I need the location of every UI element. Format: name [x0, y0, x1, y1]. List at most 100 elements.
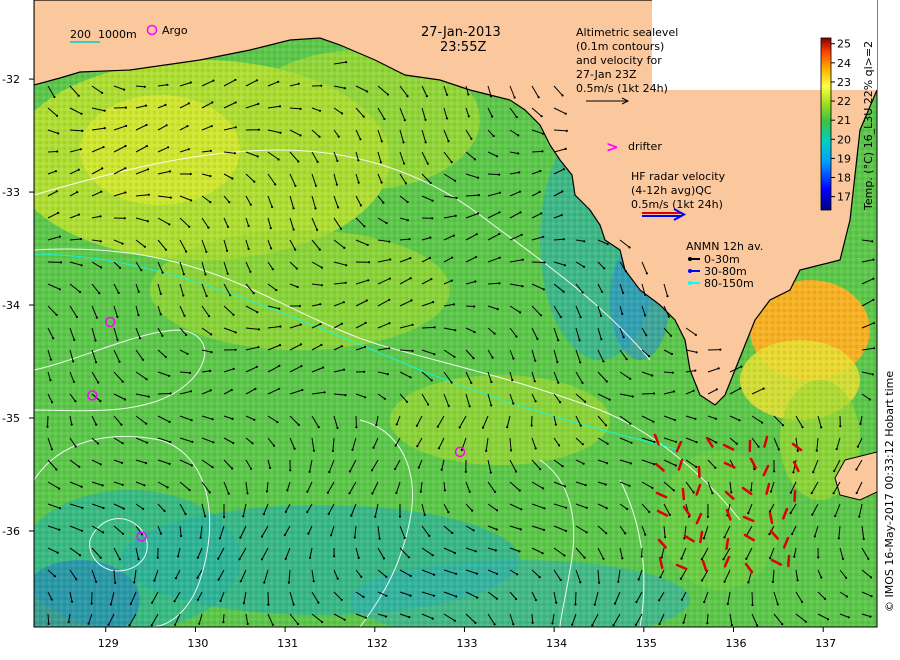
- velocity-arrow-head: [90, 602, 93, 605]
- velocity-arrow-head: [278, 105, 282, 108]
- velocity-arrow-head: [495, 597, 498, 600]
- velocity-arrow-head: [873, 347, 876, 350]
- colorbar-tick-label: 17: [837, 191, 851, 204]
- velocity-arrow-head: [146, 220, 149, 223]
- velocity-arrow-head: [647, 355, 651, 358]
- velocity-arrow-head: [477, 212, 480, 215]
- velocity-arrow-head: [385, 222, 388, 225]
- velocity-arrow-head: [395, 491, 398, 495]
- velocity-arrow-head: [116, 315, 119, 318]
- velocity-arrow-head: [694, 369, 697, 372]
- velocity-arrow-head: [494, 549, 497, 552]
- velocity-arrow-head: [331, 449, 334, 452]
- hf-radar-arrow: [787, 554, 791, 568]
- velocity-arrow-head: [227, 492, 230, 495]
- velocity-arrow: [421, 326, 435, 329]
- velocity-arrow-head: [747, 581, 750, 584]
- velocity-arrow-head: [257, 328, 260, 331]
- velocity-arrow-head: [872, 298, 875, 301]
- velocity-arrow-head: [820, 576, 823, 579]
- velocity-arrow-head: [671, 371, 674, 374]
- velocity-arrow-head: [79, 237, 82, 241]
- velocity-arrow-head: [485, 449, 488, 452]
- hf-radar-arrow: [793, 489, 797, 503]
- velocity-arrow-head: [542, 528, 546, 532]
- colorbar-tick-label: 23: [837, 76, 851, 89]
- velocity-arrow-head: [340, 322, 343, 325]
- velocity-arrow-head: [475, 572, 479, 575]
- velocity-arrow-head: [443, 489, 446, 492]
- velocity-arrow-head: [297, 160, 300, 163]
- velocity-arrow-head: [164, 248, 167, 251]
- velocity-arrow-head: [95, 580, 98, 583]
- velocity-arrow-head: [862, 537, 865, 541]
- velocity-arrow-head: [557, 381, 560, 384]
- velocity-arrow-head: [177, 555, 180, 558]
- velocity-arrow-head: [144, 104, 148, 107]
- velocity-arrow-head: [563, 485, 567, 488]
- velocity-arrow-head: [492, 134, 495, 138]
- x-tick-label: 137: [815, 637, 836, 650]
- velocity-arrow-head: [348, 492, 351, 495]
- velocity-arrow-head: [174, 577, 177, 580]
- velocity-arrow-head: [78, 290, 82, 294]
- velocity-arrow-head: [622, 336, 625, 339]
- velocity-arrow-head: [845, 595, 849, 598]
- velocity-arrow-head: [409, 594, 412, 597]
- velocity-arrow-head: [319, 303, 322, 306]
- velocity-arrow-head: [299, 343, 302, 346]
- velocity-arrow-head: [584, 484, 587, 487]
- velocity-arrow-head: [340, 598, 343, 601]
- altimetry-legend-line-3: and velocity for: [576, 54, 662, 67]
- velocity-arrow: [641, 393, 655, 395]
- velocity-arrow-head: [382, 557, 385, 560]
- altimetry-legend-line-5: 0.5m/s (1kt 24h): [576, 82, 668, 95]
- velocity-arrow-head: [246, 622, 249, 626]
- velocity-arrow-head: [168, 170, 172, 173]
- velocity-arrow-head: [257, 102, 260, 105]
- velocity-arrow-head: [621, 312, 624, 315]
- velocity-arrow-head: [561, 465, 564, 468]
- velocity-arrow-head: [318, 135, 321, 138]
- velocity-arrow-head: [561, 190, 564, 193]
- velocity-arrow-head: [353, 536, 356, 539]
- velocity-arrow-head: [556, 360, 559, 364]
- velocity-arrow-head: [584, 400, 587, 403]
- velocity-arrow-head: [147, 395, 150, 398]
- velocity-arrow-head: [847, 616, 850, 619]
- velocity-arrow-head: [263, 581, 266, 584]
- velocity-arrow-head: [78, 465, 81, 468]
- velocity-arrow-head: [322, 366, 325, 369]
- velocity-arrow-head: [855, 491, 858, 495]
- velocity-arrow-head: [409, 277, 412, 280]
- velocity-arrow-head: [53, 575, 57, 578]
- velocity-arrow-head: [362, 115, 365, 118]
- velocity-arrow-head: [565, 506, 568, 509]
- velocity-arrow-head: [143, 85, 146, 88]
- velocity-arrow-head: [219, 599, 222, 603]
- velocity-arrow-head: [70, 423, 73, 426]
- velocity-arrow-head: [436, 425, 439, 428]
- velocity-arrow-head: [357, 159, 360, 162]
- velocity-arrow-head: [598, 581, 601, 584]
- velocity-arrow-head: [714, 466, 717, 469]
- velocity-arrow-head: [605, 532, 608, 535]
- velocity-arrow-head: [260, 558, 264, 561]
- drifter-legend-label: drifter: [628, 140, 662, 153]
- velocity-arrow-head: [343, 618, 346, 621]
- velocity-arrow-head: [565, 129, 568, 132]
- velocity-arrow-head: [198, 622, 201, 625]
- y-axis: -32 -33 -34 -35 -36: [2, 73, 34, 538]
- velocity-arrow-head: [452, 234, 455, 237]
- velocity-arrow-head: [308, 470, 311, 473]
- velocity-arrow-head: [582, 265, 586, 268]
- velocity-arrow-head: [336, 577, 339, 580]
- velocity-arrow-head: [543, 507, 546, 510]
- x-tick-label: 135: [636, 637, 657, 650]
- time-label: 23:55Z: [440, 40, 486, 55]
- velocity-arrow-head: [447, 404, 450, 408]
- velocity-arrow-head: [121, 532, 125, 535]
- velocity-arrow-head: [316, 160, 319, 163]
- velocity-arrow-head: [722, 558, 725, 561]
- y-tick-label: -36: [2, 525, 20, 538]
